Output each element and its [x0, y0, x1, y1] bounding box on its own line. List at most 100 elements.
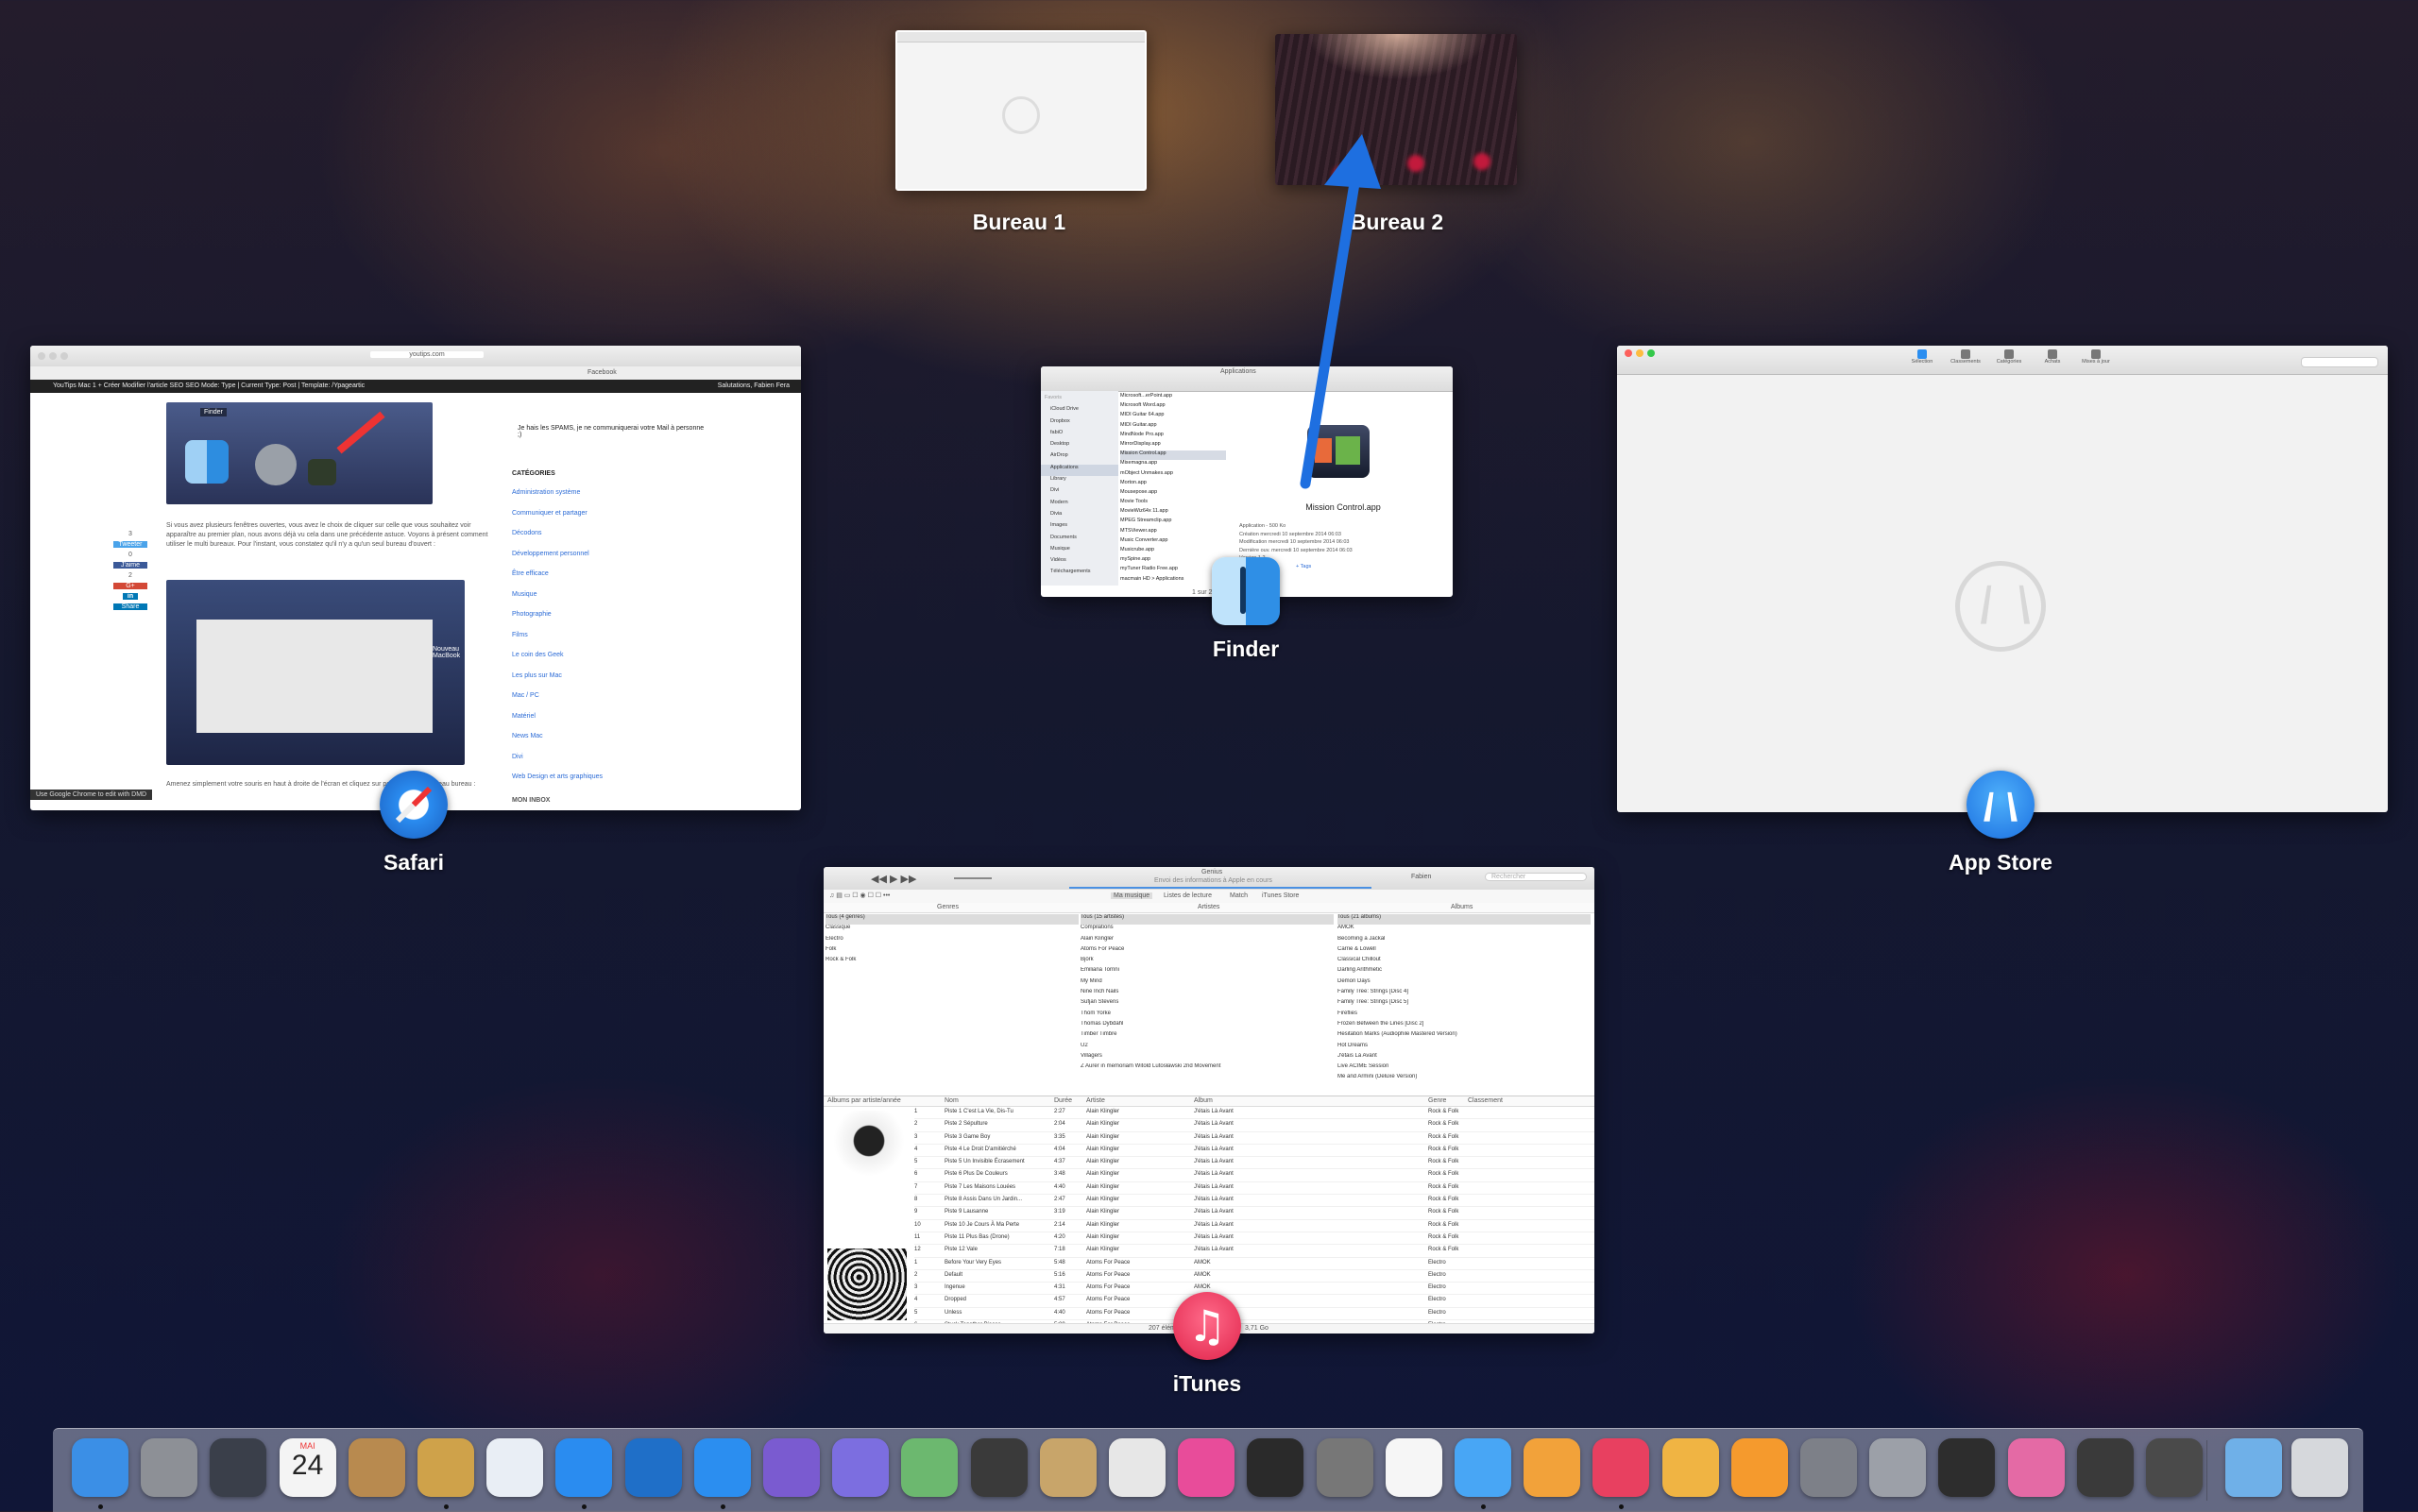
artist-item[interactable]: Villagers — [1081, 1053, 1334, 1063]
track-row[interactable]: 2 Default 5:16 Atoms For Peace AMOK Electro — [914, 1270, 1594, 1283]
finder-file-row[interactable]: myTuner Radio Free.app — [1120, 566, 1226, 575]
finder-sidebar-item[interactable]: Divi — [1041, 487, 1118, 499]
finder-sidebar-item[interactable]: AirDrop — [1041, 452, 1118, 464]
launchpad-dock-icon[interactable] — [141, 1438, 198, 1497]
finder-file-row[interactable]: Morton.app — [1120, 480, 1226, 489]
genres-header[interactable]: Genres — [937, 904, 959, 910]
track-row[interactable]: 3 Piste 3 Game Boy 3:35 Alain Klingler J'éta… — [914, 1132, 1594, 1145]
name-column-header[interactable]: Nom — [945, 1097, 959, 1104]
album-item[interactable]: Me and Armini (Deluxe Version) — [1337, 1074, 1591, 1084]
nav-store[interactable]: iTunes Store — [1262, 892, 1299, 899]
nav-my-music[interactable]: Ma musique — [1111, 892, 1153, 899]
photos-dock-icon[interactable] — [1385, 1438, 1442, 1497]
artist-column-header[interactable]: Artiste — [1086, 1097, 1105, 1104]
finder-file-row[interactable]: macmain HD > Applications — [1120, 576, 1226, 586]
finder-file-row[interactable]: MovieWiz64x 11.app — [1120, 508, 1226, 518]
finder-sidebar-item[interactable]: Dropbox — [1041, 418, 1118, 430]
address-bar[interactable]: youtips.com — [370, 351, 484, 358]
tab-label[interactable]: Facebook — [587, 369, 617, 376]
linkedin-share-button[interactable]: Share — [113, 603, 147, 610]
app-store-window-thumbnail[interactable]: Sélection Classements Catégories Achats Mise… — [1617, 346, 2388, 812]
safari-dock-icon[interactable] — [555, 1438, 613, 1497]
things-dock-icon[interactable] — [970, 1438, 1028, 1497]
artist-item[interactable]: Thomas Dybdahl — [1081, 1021, 1334, 1031]
volume-slider[interactable] — [954, 877, 992, 879]
finder-sidebar-item[interactable]: fabiO — [1041, 430, 1118, 441]
genre-column-header[interactable]: Genre — [1428, 1097, 1446, 1104]
track-row[interactable]: 6 Piste 6 Plus De Couleurs 3:48 Alain Kling… — [914, 1169, 1594, 1182]
track-row[interactable]: 3 Ingenue 4:31 Atoms For Peace AMOK Electro — [914, 1283, 1594, 1296]
category-link[interactable]: Mac / PC — [512, 692, 603, 699]
album-item[interactable]: AMOK — [1337, 925, 1591, 935]
category-link[interactable]: Le coin des Geek — [512, 652, 603, 658]
ibooks-dock-icon[interactable] — [1730, 1438, 1788, 1497]
artist-item[interactable]: Compilations — [1081, 925, 1334, 935]
store-tab[interactable]: Mises à jour — [2074, 349, 2118, 365]
store-tab[interactable]: Classements — [1944, 349, 1987, 365]
album-item[interactable]: Demon Days — [1337, 978, 1591, 989]
finder-file-row[interactable]: Microsoft...erPoint.app — [1120, 393, 1226, 402]
playback-controls[interactable]: ◀◀ ▶ ▶▶ — [871, 873, 916, 885]
admin-bar-items[interactable]: YouTips Mac 1 + Créer Modifier l'article… — [53, 382, 365, 389]
artist-item[interactable]: Björk — [1081, 957, 1334, 967]
rating-column-header[interactable]: Classement — [1468, 1097, 1503, 1104]
albums-by-artist-header[interactable]: Albums par artiste/année — [827, 1097, 901, 1104]
folder-stack-dock-icon[interactable] — [832, 1438, 890, 1497]
category-link[interactable]: Films — [512, 632, 603, 638]
space-thumbnail-bureau-1[interactable] — [895, 30, 1147, 191]
itunes-window-thumbnail[interactable]: ◀◀ ▶ ▶▶ Genius Envoi des informations à … — [824, 867, 1594, 1334]
finder-sidebar-item[interactable]: Téléchargements — [1041, 569, 1118, 580]
app-store-dock-icon[interactable] — [693, 1438, 751, 1497]
finder-file-row[interactable]: MTSViewer.app — [1120, 528, 1226, 537]
admin-greeting[interactable]: Salutations, Fabien Fera — [718, 380, 790, 393]
search-input[interactable]: Rechercher — [1485, 873, 1587, 881]
1password-dock-icon[interactable] — [624, 1438, 682, 1497]
like-button[interactable]: J'aime — [113, 562, 147, 569]
mail-bird-dock-icon[interactable] — [417, 1438, 474, 1497]
category-link[interactable]: Web Design et arts graphiques — [512, 773, 603, 780]
artist-item[interactable]: Thom Yorke — [1081, 1011, 1334, 1021]
track-row[interactable]: 2 Piste 2 Sépulture 2:04 Alain Klingler J'ét… — [914, 1119, 1594, 1132]
nav-playlists[interactable]: Listes de lecture — [1164, 892, 1212, 899]
category-link[interactable]: Développement personnel — [512, 551, 603, 557]
finder-file-row[interactable]: MindNode Pro.app — [1120, 432, 1226, 441]
media-icons[interactable]: ♫ ▤ ▭ ☐ ◉ ☐ ☐ ••• — [829, 892, 890, 899]
artist-item[interactable]: Sufjan Stevens — [1081, 999, 1334, 1010]
artist-item[interactable]: Nine Inch Nails — [1081, 989, 1334, 999]
store-tab[interactable]: Achats — [2031, 349, 2074, 365]
finder-file-row[interactable]: MirrorDisplay.app — [1120, 441, 1226, 450]
genre-item[interactable]: Electro — [826, 936, 1079, 946]
finder-sidebar-item[interactable]: Applications — [1041, 464, 1118, 477]
mail-dock-icon[interactable] — [486, 1438, 544, 1497]
category-link[interactable]: Matériel — [512, 713, 603, 720]
category-link[interactable]: Les plus sur Mac — [512, 672, 603, 679]
account-menu[interactable]: Fabien — [1411, 874, 1431, 880]
nav-match[interactable]: Match — [1230, 892, 1248, 899]
category-link[interactable]: Musique — [512, 591, 603, 598]
track-row[interactable]: 10 Piste 10 Je Cours À Ma Perte 2:14 Alain … — [914, 1220, 1594, 1232]
finder-file-row[interactable]: MPEG Streamclip.app — [1120, 518, 1226, 527]
album-item[interactable]: Fireflies — [1337, 1011, 1591, 1021]
track-row[interactable]: 4 Piste 4 Le Droit D'amitiérché 4:04 Alain … — [914, 1145, 1594, 1158]
finder-file-row[interactable]: Microsoft Word.app — [1120, 402, 1226, 412]
album-item[interactable]: Live ACIME Session — [1337, 1063, 1591, 1074]
sketch-dock-icon[interactable] — [1661, 1438, 1719, 1497]
track-row[interactable]: 5 Piste 5 Un Invisible Écrasement 4:37 Alai… — [914, 1157, 1594, 1170]
category-link[interactable]: Photographie — [512, 611, 603, 618]
album-item[interactable]: Classical Chillout — [1337, 957, 1591, 967]
album-item[interactable]: Hot Dreams — [1337, 1043, 1591, 1053]
album-item[interactable]: Darling Arithmetic — [1337, 967, 1591, 977]
track-row[interactable]: 5Unless4:40Atoms For PeaceAMOKElectro — [914, 1308, 1594, 1321]
album-item[interactable]: Carrie & Lowell — [1337, 946, 1591, 957]
artists-header[interactable]: Artistes — [1198, 904, 1219, 910]
album-item[interactable]: J'étais Là Avant — [1337, 1053, 1591, 1063]
app-store-app-icon[interactable] — [1967, 771, 2035, 839]
finder-file-row[interactable]: MIDI Guitar.app — [1120, 422, 1226, 432]
audio-app-1-dock-icon[interactable] — [2076, 1438, 2134, 1497]
tweet-button[interactable]: Tweeter — [113, 541, 147, 548]
trash-dock-icon[interactable] — [2291, 1438, 2348, 1497]
system-preferences-dock-icon[interactable] — [1800, 1438, 1857, 1497]
finder-sidebar-item[interactable]: Vidéos — [1041, 557, 1118, 569]
finder-file-row[interactable]: Mixemagna.app — [1120, 460, 1226, 469]
artist-item[interactable]: Emiliana Torrini — [1081, 967, 1334, 977]
